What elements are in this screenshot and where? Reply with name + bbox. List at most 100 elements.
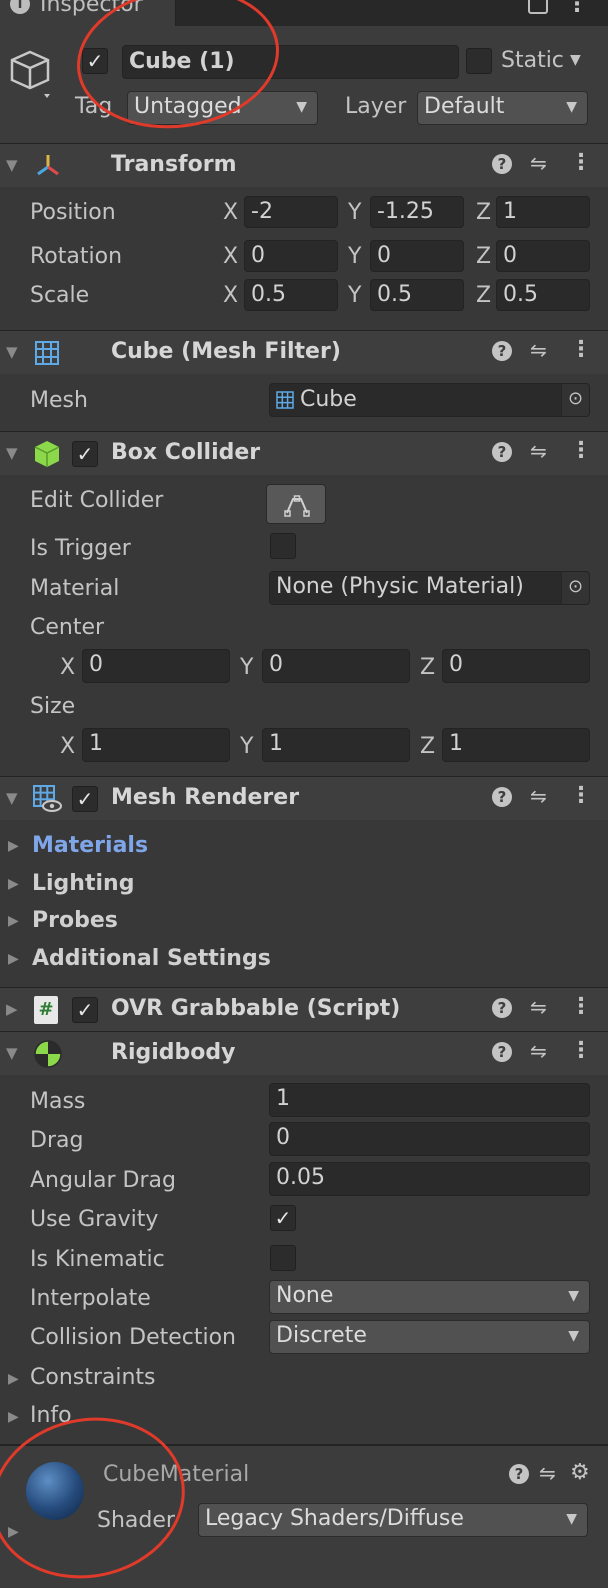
rotation-x-label[interactable]: X bbox=[223, 244, 238, 269]
presets-icon[interactable]: ⇋ bbox=[530, 152, 552, 174]
presets-icon[interactable]: ⇋ bbox=[530, 785, 552, 807]
presets-icon[interactable]: ⇋ bbox=[530, 996, 552, 1018]
object-picker-icon[interactable]: ⊙ bbox=[561, 572, 589, 604]
help-icon[interactable]: ? bbox=[492, 998, 512, 1018]
center-y-label[interactable]: Y bbox=[240, 655, 253, 680]
is-kinematic-checkbox[interactable] bbox=[270, 1245, 296, 1271]
drag-field[interactable]: 0 bbox=[269, 1122, 590, 1156]
rotation-y-field[interactable]: 0 bbox=[370, 240, 464, 272]
scale-z-label[interactable]: Z bbox=[476, 283, 491, 308]
size-z-field[interactable]: 1 bbox=[442, 728, 590, 762]
transform-header[interactable]: ▼ Transform ? ⇋ ⋮ bbox=[0, 143, 608, 187]
additional-settings-foldout-arrow[interactable]: ▶ bbox=[8, 951, 19, 967]
help-icon[interactable]: ? bbox=[492, 442, 512, 462]
menu-icon[interactable]: ⋮ bbox=[570, 440, 592, 462]
center-x-label[interactable]: X bbox=[60, 655, 75, 680]
rotation-y-label[interactable]: Y bbox=[348, 244, 361, 269]
help-icon[interactable]: ? bbox=[492, 341, 512, 361]
scale-x-label[interactable]: X bbox=[223, 283, 238, 308]
center-z-field[interactable]: 0 bbox=[442, 649, 590, 683]
layer-dropdown[interactable]: Default ▼ bbox=[417, 91, 588, 125]
scale-y-label[interactable]: Y bbox=[348, 283, 361, 308]
object-active-checkbox[interactable]: ✓ bbox=[82, 48, 108, 74]
object-name-field[interactable]: Cube (1) bbox=[122, 45, 459, 79]
center-x-field[interactable]: 0 bbox=[82, 649, 230, 683]
inspector-tab[interactable]: i Inspector bbox=[0, 0, 176, 26]
object-picker-icon[interactable]: ⊙ bbox=[561, 384, 589, 416]
menu-icon[interactable]: ⋮ bbox=[570, 152, 592, 174]
position-z-label[interactable]: Z bbox=[476, 200, 491, 225]
ovr-grabbable-foldout-arrow[interactable]: ▶ bbox=[6, 1000, 18, 1018]
constraints-foldout[interactable]: Constraints bbox=[30, 1365, 156, 1390]
static-checkbox[interactable] bbox=[466, 48, 492, 74]
rigidbody-header[interactable]: ▼ Rigidbody ? ⇋ ⋮ bbox=[0, 1031, 608, 1075]
use-gravity-checkbox[interactable]: ✓ bbox=[270, 1205, 296, 1231]
collision-detection-dropdown[interactable]: Discrete ▼ bbox=[269, 1320, 590, 1354]
position-z-field[interactable]: 1 bbox=[496, 196, 590, 228]
rotation-z-field[interactable]: 0 bbox=[496, 240, 590, 272]
tab-menu-icon[interactable]: ⋮ bbox=[566, 0, 588, 17]
transform-foldout-arrow[interactable]: ▼ bbox=[6, 156, 18, 174]
materials-foldout-arrow[interactable]: ▶ bbox=[8, 838, 19, 854]
collider-material-field[interactable]: None (Physic Material) ⊙ bbox=[269, 571, 590, 605]
center-y-field[interactable]: 0 bbox=[262, 649, 410, 683]
position-x-field[interactable]: -2 bbox=[244, 196, 338, 228]
static-dropdown-icon[interactable]: ▼ bbox=[570, 52, 581, 68]
rotation-x-field[interactable]: 0 bbox=[244, 240, 338, 272]
ovr-grabbable-enabled-checkbox[interactable]: ✓ bbox=[72, 997, 98, 1023]
position-y-label[interactable]: Y bbox=[348, 200, 361, 225]
edit-collider-button[interactable] bbox=[266, 484, 326, 524]
constraints-foldout-arrow[interactable]: ▶ bbox=[8, 1371, 19, 1387]
presets-icon[interactable]: ⇋ bbox=[539, 1462, 561, 1484]
probes-foldout[interactable]: Probes bbox=[32, 908, 118, 933]
size-x-field[interactable]: 1 bbox=[82, 728, 230, 762]
material-foldout-arrow[interactable]: ▶ bbox=[8, 1524, 19, 1540]
help-icon[interactable]: ? bbox=[492, 787, 512, 807]
help-icon[interactable]: ? bbox=[509, 1464, 529, 1484]
menu-icon[interactable]: ⋮ bbox=[570, 1040, 592, 1062]
size-z-label[interactable]: Z bbox=[420, 734, 435, 759]
help-icon[interactable]: ? bbox=[492, 1042, 512, 1062]
gameobject-cube-icon[interactable] bbox=[6, 46, 58, 102]
mesh-renderer-enabled-checkbox[interactable]: ✓ bbox=[72, 786, 98, 812]
scale-x-field[interactable]: 0.5 bbox=[244, 279, 338, 311]
menu-icon[interactable]: ⋮ bbox=[570, 785, 592, 807]
info-foldout[interactable]: Info bbox=[30, 1403, 72, 1428]
additional-settings-foldout[interactable]: Additional Settings bbox=[32, 946, 271, 971]
gear-icon[interactable]: ⚙ bbox=[570, 1460, 590, 1485]
size-y-label[interactable]: Y bbox=[240, 734, 253, 759]
probes-foldout-arrow[interactable]: ▶ bbox=[8, 913, 19, 929]
angular-drag-field[interactable]: 0.05 bbox=[269, 1162, 590, 1196]
position-x-label[interactable]: X bbox=[223, 200, 238, 225]
size-x-label[interactable]: X bbox=[60, 734, 75, 759]
presets-icon[interactable]: ⇋ bbox=[530, 1040, 552, 1062]
info-foldout-arrow[interactable]: ▶ bbox=[8, 1409, 19, 1425]
box-collider-foldout-arrow[interactable]: ▼ bbox=[6, 444, 18, 462]
mesh-renderer-header[interactable]: ▼ ✓ Mesh Renderer ? ⇋ ⋮ bbox=[0, 776, 608, 820]
tag-dropdown[interactable]: Untagged ▼ bbox=[127, 91, 318, 125]
center-z-label[interactable]: Z bbox=[420, 655, 435, 680]
rotation-z-label[interactable]: Z bbox=[476, 244, 491, 269]
shader-dropdown[interactable]: Legacy Shaders/Diffuse ▼ bbox=[198, 1503, 588, 1537]
is-trigger-checkbox[interactable] bbox=[270, 533, 296, 559]
materials-foldout[interactable]: Materials bbox=[32, 833, 148, 858]
mesh-renderer-foldout-arrow[interactable]: ▼ bbox=[6, 789, 18, 807]
presets-icon[interactable]: ⇋ bbox=[530, 440, 552, 462]
rigidbody-foldout-arrow[interactable]: ▼ bbox=[6, 1044, 18, 1062]
menu-icon[interactable]: ⋮ bbox=[570, 339, 592, 361]
box-collider-enabled-checkbox[interactable]: ✓ bbox=[72, 441, 98, 467]
presets-icon[interactable]: ⇋ bbox=[530, 339, 552, 361]
interpolate-dropdown[interactable]: None ▼ bbox=[269, 1280, 590, 1314]
menu-icon[interactable]: ⋮ bbox=[570, 996, 592, 1018]
position-y-field[interactable]: -1.25 bbox=[370, 196, 464, 228]
scale-y-field[interactable]: 0.5 bbox=[370, 279, 464, 311]
mesh-filter-header[interactable]: ▼ Cube (Mesh Filter) ? ⇋ ⋮ bbox=[0, 330, 608, 374]
box-collider-header[interactable]: ▼ ✓ Box Collider ? ⇋ ⋮ bbox=[0, 431, 608, 475]
scale-z-field[interactable]: 0.5 bbox=[496, 279, 590, 311]
mass-field[interactable]: 1 bbox=[269, 1083, 590, 1117]
lock-icon[interactable] bbox=[528, 0, 548, 14]
lighting-foldout-arrow[interactable]: ▶ bbox=[8, 876, 19, 892]
size-y-field[interactable]: 1 bbox=[262, 728, 410, 762]
ovr-grabbable-header[interactable]: ▶ # ✓ OVR Grabbable (Script) ? ⇋ ⋮ bbox=[0, 987, 608, 1031]
lighting-foldout[interactable]: Lighting bbox=[32, 871, 134, 896]
